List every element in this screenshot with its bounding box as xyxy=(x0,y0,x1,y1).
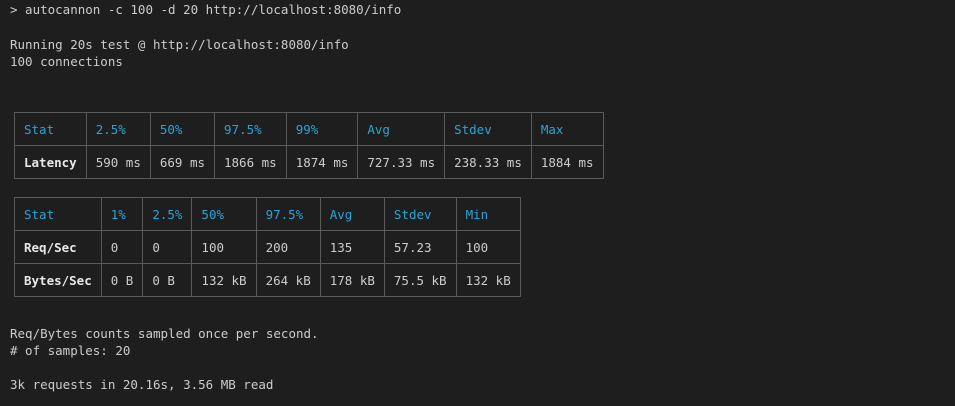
running-line: Running 20s test @ http://localhost:8080… xyxy=(10,37,349,52)
row-label: Bytes/Sec xyxy=(14,263,102,297)
throughput-table-header-row: Stat 1% 2.5% 50% 97.5% Avg Stdev Min xyxy=(14,197,521,231)
table-cell: 669 ms xyxy=(149,145,216,179)
throughput-header-cell: Stdev xyxy=(383,197,457,231)
table-cell: 132 kB xyxy=(455,263,521,297)
latency-header-cell: 99% xyxy=(285,112,359,146)
table-cell: 264 kB xyxy=(255,263,321,297)
row-label: Latency xyxy=(14,145,87,179)
table-cell: 0 xyxy=(100,230,144,264)
table-cell: 132 kB xyxy=(191,263,257,297)
throughput-table: Stat 1% 2.5% 50% 97.5% Avg Stdev Min Req… xyxy=(14,197,521,297)
table-cell: 727.33 ms xyxy=(357,145,446,179)
table-row: Latency 590 ms 669 ms 1866 ms 1874 ms 72… xyxy=(14,145,604,179)
row-label: Req/Sec xyxy=(14,230,102,264)
throughput-header-cell: Min xyxy=(455,197,521,231)
table-cell: 135 xyxy=(319,230,385,264)
table-cell: 57.23 xyxy=(383,230,457,264)
table-cell: 100 xyxy=(191,230,257,264)
table-cell: 1874 ms xyxy=(285,145,359,179)
throughput-header-cell: Stat xyxy=(14,197,102,231)
latency-header-cell: Stat xyxy=(14,112,87,146)
terminal-output: > autocannon -c 100 -d 20 http://localho… xyxy=(10,0,955,406)
table-cell: 0 B xyxy=(100,263,144,297)
table-row: Bytes/Sec 0 B 0 B 132 kB 264 kB 178 kB 7… xyxy=(14,263,521,297)
throughput-header-cell: 1% xyxy=(100,197,144,231)
throughput-header-cell: 50% xyxy=(191,197,257,231)
table-cell: 0 B xyxy=(142,263,193,297)
table-cell: 75.5 kB xyxy=(383,263,457,297)
table-cell: 1866 ms xyxy=(214,145,287,179)
latency-header-cell: 50% xyxy=(149,112,216,146)
table-cell: 100 xyxy=(455,230,521,264)
latency-header-cell: 2.5% xyxy=(85,112,151,146)
footer-sampled-line: Req/Bytes counts sampled once per second… xyxy=(10,326,319,341)
latency-header-cell: Avg xyxy=(357,112,446,146)
latency-header-cell: 97.5% xyxy=(214,112,287,146)
table-cell: 200 xyxy=(255,230,321,264)
table-row: Req/Sec 0 0 100 200 135 57.23 100 xyxy=(14,230,521,264)
table-cell: 590 ms xyxy=(85,145,151,179)
throughput-header-cell: Avg xyxy=(319,197,385,231)
latency-table-header-row: Stat 2.5% 50% 97.5% 99% Avg Stdev Max xyxy=(14,112,604,146)
connections-line: 100 connections xyxy=(10,54,123,69)
table-cell: 1884 ms xyxy=(530,145,604,179)
footer-samples-line: # of samples: 20 xyxy=(10,343,131,358)
table-cell: 0 xyxy=(142,230,193,264)
throughput-header-cell: 97.5% xyxy=(255,197,321,231)
latency-header-cell: Stdev xyxy=(444,112,532,146)
table-cell: 238.33 ms xyxy=(444,145,532,179)
command-line: > autocannon -c 100 -d 20 http://localho… xyxy=(10,2,402,17)
footer-summary-line: 3k requests in 20.16s, 3.56 MB read xyxy=(10,377,274,392)
table-cell: 178 kB xyxy=(319,263,385,297)
latency-header-cell: Max xyxy=(530,112,604,146)
latency-table: Stat 2.5% 50% 97.5% 99% Avg Stdev Max La… xyxy=(14,112,604,179)
throughput-header-cell: 2.5% xyxy=(142,197,193,231)
